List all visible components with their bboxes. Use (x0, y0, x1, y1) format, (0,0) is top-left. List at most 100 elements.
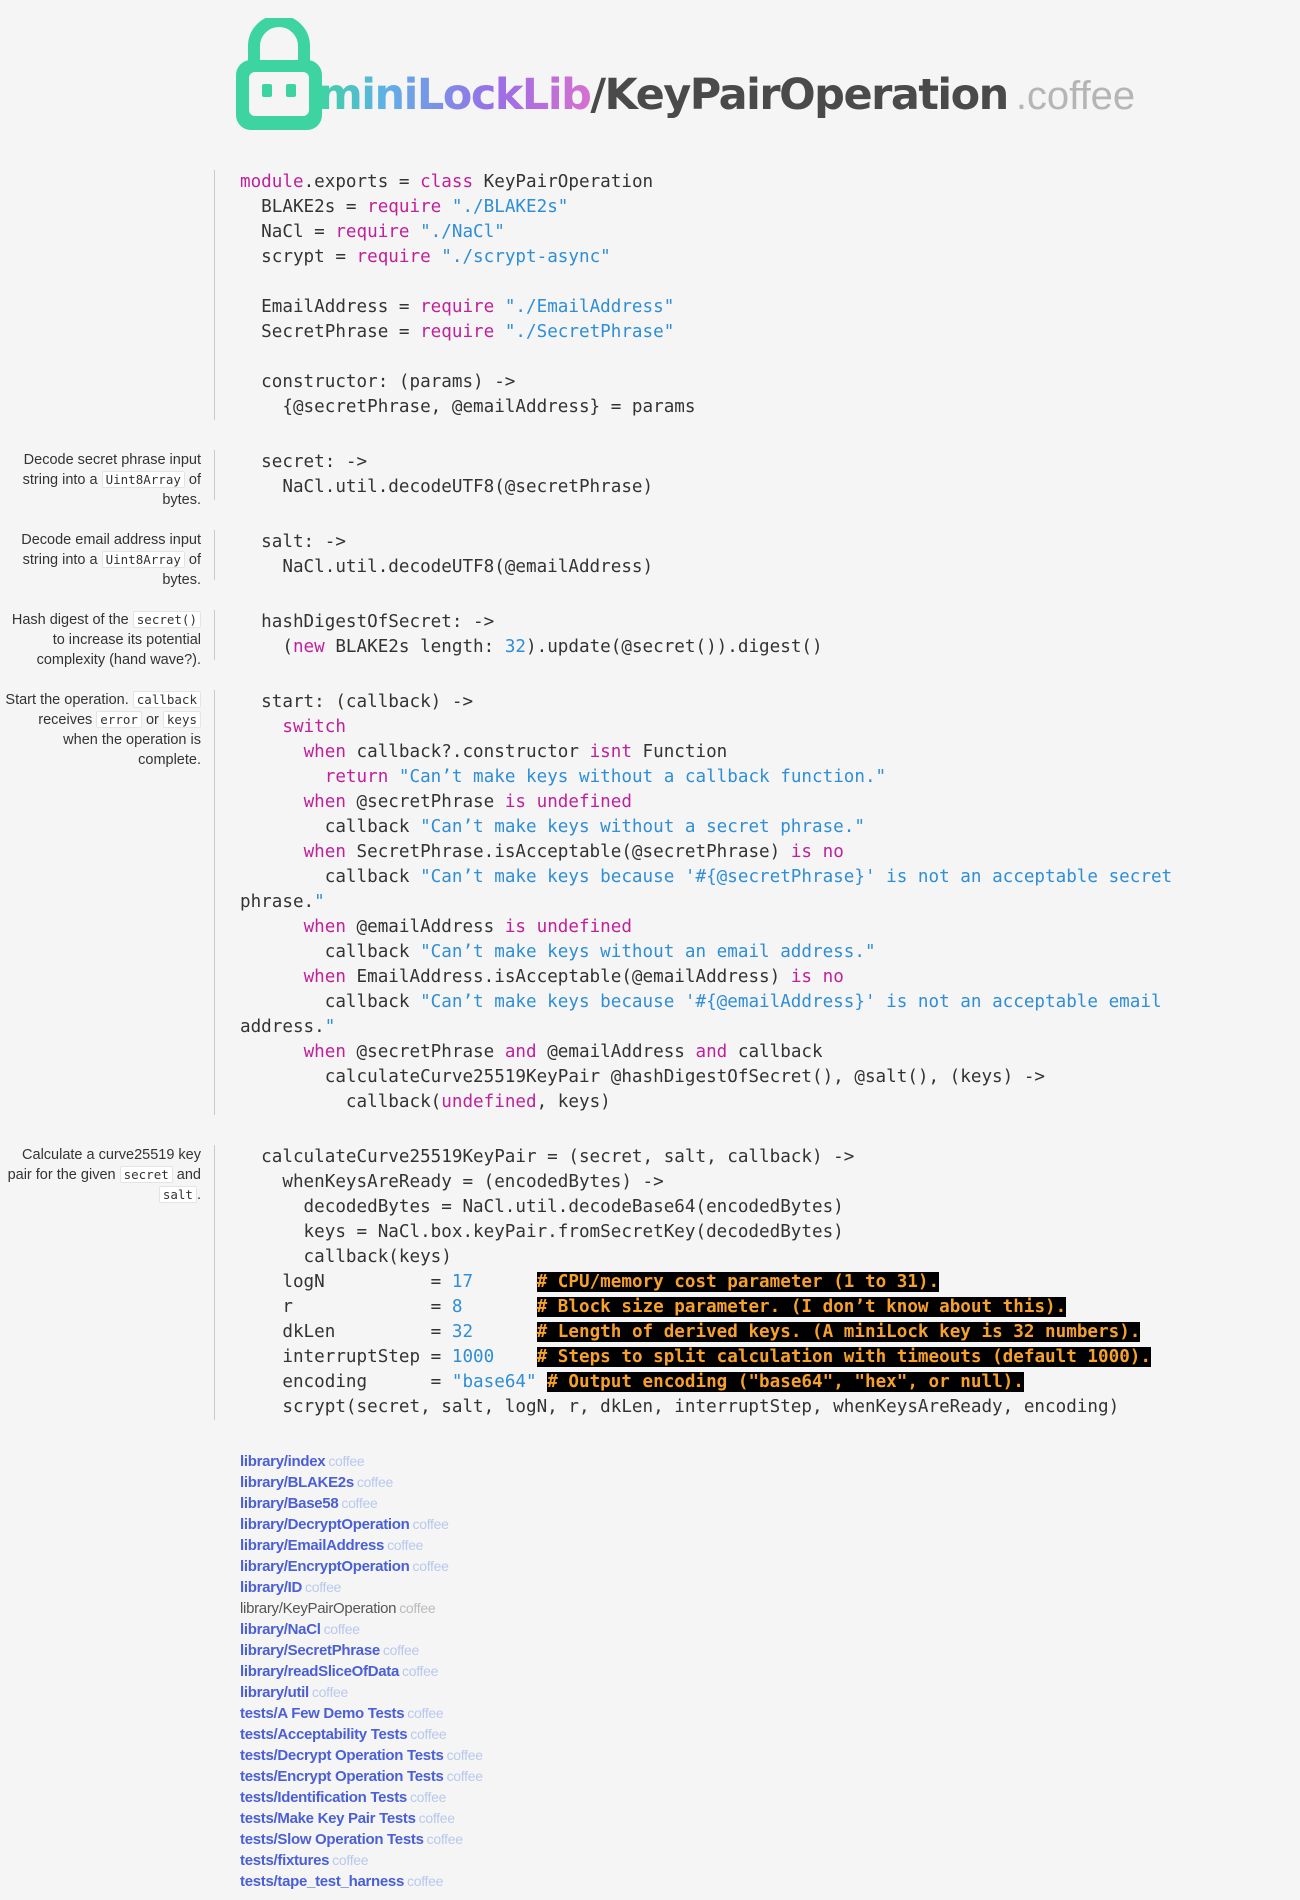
file-link[interactable]: library/EncryptOperation coffee (240, 1556, 483, 1577)
file-link-name[interactable]: library/DecryptOperation (240, 1516, 410, 1533)
file-link-extension: coffee (418, 1810, 455, 1826)
file-link-extension: coffee (305, 1579, 342, 1595)
file-link-name[interactable]: tests/Identification Tests (240, 1789, 407, 1806)
doc-note-salt: Decode email address input string into a… (1, 530, 201, 590)
file-link[interactable]: tests/Slow Operation Tests coffee (240, 1829, 483, 1850)
file-link-name[interactable]: tests/Encrypt Operation Tests (240, 1768, 444, 1785)
code-block: secret: -> NaCl.util.decodeUTF8(@secretP… (261, 452, 654, 497)
file-link-extension: coffee (446, 1768, 483, 1784)
file-link[interactable]: library/DecryptOperation coffee (240, 1514, 483, 1535)
page-header: miniLockLib/KeyPairOperation .coffee (236, 18, 1236, 130)
file-navigation-list: library/index coffee library/BLAKE2s coffee… (240, 1451, 483, 1892)
file-link[interactable]: tests/Make Key Pair Tests coffee (240, 1808, 483, 1829)
inline-code: secret (119, 1166, 173, 1183)
file-link-name[interactable]: tests/Acceptability Tests (240, 1726, 408, 1743)
file-link-extension: coffee (387, 1537, 424, 1553)
file-link-extension: coffee (311, 1684, 349, 1700)
title-module-path: /KeyPairOperation (590, 70, 1009, 120)
note-text: or (141, 712, 163, 728)
doc-note-secret: Decode secret phrase input string into a… (1, 450, 201, 510)
note-text: receives (38, 712, 97, 728)
file-link-name[interactable]: library/ID (240, 1579, 302, 1596)
file-link[interactable]: library/util coffee (240, 1682, 483, 1703)
file-link-name[interactable]: tests/Slow Operation Tests (240, 1831, 424, 1848)
inline-code: callback (132, 691, 201, 708)
file-link[interactable]: tests/tape_test_harness coffee (240, 1871, 483, 1892)
file-link-extension: coffee (399, 1600, 436, 1616)
file-link-name[interactable]: tests/tape_test_harness (240, 1873, 404, 1890)
file-link-extension: coffee (402, 1663, 439, 1679)
note-text: when the operation is complete. (63, 732, 201, 768)
inline-code: Uint8Array (101, 551, 185, 568)
code-block: salt: -> NaCl.util.decodeUTF8(@emailAddr… (261, 532, 654, 577)
note-text: and (172, 1167, 201, 1183)
file-link-extension: coffee (412, 1516, 449, 1532)
file-link[interactable]: library/SecretPhrase coffee (240, 1640, 483, 1661)
title-library-name: miniLockLib (318, 70, 592, 120)
file-link[interactable]: tests/A Few Demo Tests coffee (240, 1703, 483, 1724)
file-link[interactable]: tests/Identification Tests coffee (240, 1787, 483, 1808)
file-link-name[interactable]: tests/fixtures (240, 1852, 329, 1869)
file-link[interactable]: tests/Encrypt Operation Tests coffee (240, 1766, 483, 1787)
file-link[interactable]: tests/Decrypt Operation Tests coffee (240, 1745, 483, 1766)
file-link-extension: coffee (341, 1495, 378, 1511)
file-link-name: library/KeyPairOperation (240, 1600, 397, 1617)
section-divider (214, 1145, 215, 1420)
file-link-name[interactable]: tests/A Few Demo Tests (240, 1705, 405, 1722)
file-link-extension: coffee (412, 1558, 449, 1574)
inline-code: Uint8Array (101, 471, 185, 488)
section-divider (214, 530, 215, 580)
note-text: Hash digest of the (11, 612, 133, 628)
code-block: hashDigestOfSecret: -> (new BLAKE2s leng… (261, 612, 823, 657)
minilock-padlock-logo-icon (236, 18, 322, 130)
file-link[interactable]: library/readSliceOfData coffee (240, 1661, 483, 1682)
file-link-name[interactable]: tests/Decrypt Operation Tests (240, 1747, 444, 1764)
file-link-name[interactable]: library/EmailAddress (240, 1537, 384, 1554)
file-link-name[interactable]: library/EncryptOperation (240, 1558, 410, 1575)
file-link[interactable]: tests/Acceptability Tests coffee (240, 1724, 483, 1745)
file-link-name[interactable]: tests/Make Key Pair Tests (240, 1810, 416, 1827)
file-link: library/KeyPairOperation coffee (240, 1598, 483, 1619)
file-link[interactable]: library/Base58 coffee (240, 1493, 483, 1514)
file-link[interactable]: library/EmailAddress coffee (240, 1535, 483, 1556)
file-link-name[interactable]: library/SecretPhrase (240, 1642, 380, 1659)
page-title: miniLockLib/KeyPairOperation .coffee (318, 70, 1135, 120)
file-link-name[interactable]: library/index (240, 1453, 326, 1470)
section-divider (214, 610, 215, 660)
code-block: module.exports = class KeyPairOperation … (240, 172, 696, 417)
inline-code: keys (162, 711, 201, 728)
file-link-extension: coffee (323, 1621, 360, 1637)
code-block: calculateCurve25519KeyPair = (secret, sa… (261, 1147, 1151, 1417)
file-link-extension: coffee (410, 1726, 447, 1742)
file-link[interactable]: tests/fixtures coffee (240, 1850, 483, 1871)
file-link-extension: coffee (407, 1873, 444, 1889)
file-link-extension: coffee (332, 1852, 369, 1868)
doc-note-hash: Hash digest of the secret() to increase … (1, 610, 201, 670)
inline-code: secret() (132, 611, 201, 628)
file-link-extension: coffee (409, 1789, 447, 1805)
file-link-extension: coffee (426, 1831, 463, 1847)
file-link[interactable]: library/NaCl coffee (240, 1619, 483, 1640)
file-link-name[interactable]: library/readSliceOfData (240, 1663, 399, 1680)
title-extension: .coffee (1015, 74, 1136, 118)
file-link-extension: coffee (356, 1474, 393, 1490)
file-link[interactable]: library/ID coffee (240, 1577, 483, 1598)
file-link-extension: coffee (328, 1453, 365, 1469)
section-divider (214, 690, 215, 1115)
file-link-extension: coffee (407, 1705, 444, 1721)
section-divider (214, 170, 215, 420)
inline-code: error (96, 711, 142, 728)
inline-code: salt (158, 1186, 197, 1203)
file-link-extension: coffee (446, 1747, 483, 1763)
file-link-name[interactable]: library/Base58 (240, 1495, 339, 1512)
doc-note-start: Start the operation. callback receives e… (1, 690, 201, 770)
file-link-extension: coffee (382, 1642, 420, 1658)
note-text: . (196, 1187, 201, 1203)
file-link-name[interactable]: library/NaCl (240, 1621, 321, 1638)
file-link[interactable]: library/index coffee (240, 1451, 483, 1472)
file-link-name[interactable]: library/util (240, 1684, 309, 1701)
note-text: to increase its potential complexity (ha… (36, 632, 201, 668)
file-link-name[interactable]: library/BLAKE2s (240, 1474, 354, 1491)
file-link[interactable]: library/BLAKE2s coffee (240, 1472, 483, 1493)
code-block: start: (callback) -> switch when callbac… (240, 692, 1173, 1112)
